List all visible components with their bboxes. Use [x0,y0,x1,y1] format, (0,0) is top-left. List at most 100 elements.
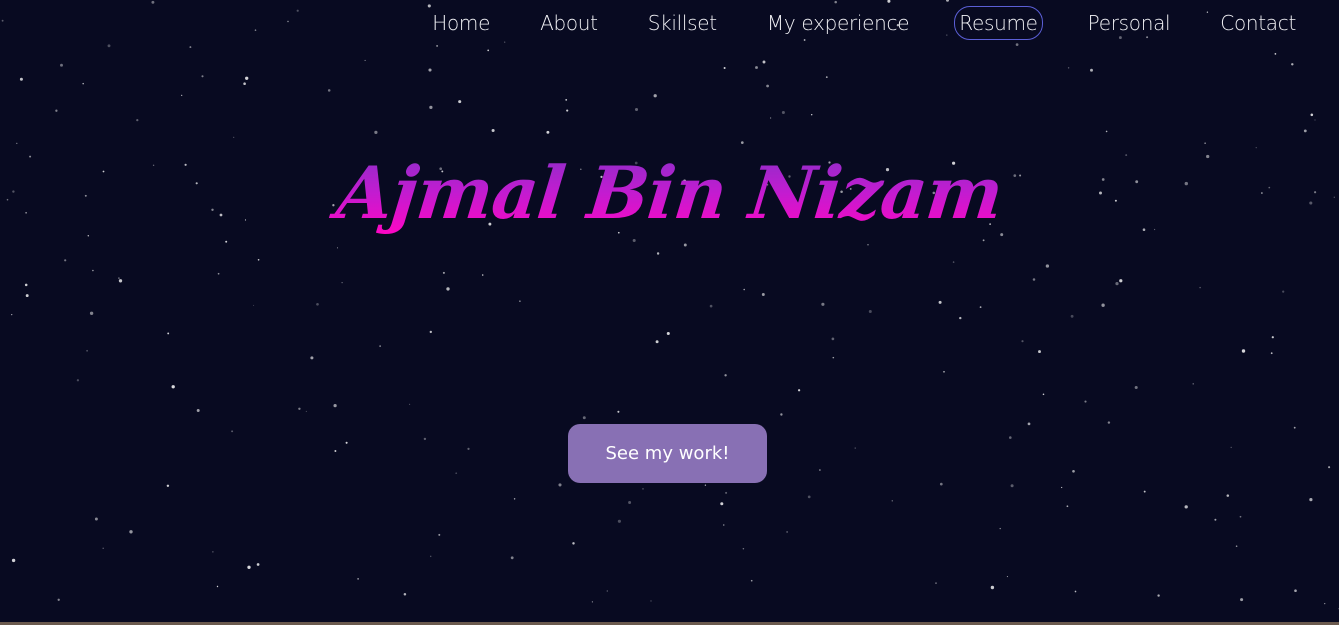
star [655,340,659,344]
see-my-work-button[interactable]: See my work! [568,424,767,483]
star [118,279,123,283]
star [513,498,516,500]
star [952,261,955,263]
star [24,283,28,287]
star [504,41,506,43]
star [797,389,801,392]
star [310,356,314,360]
star [750,579,753,582]
star [1255,147,1257,149]
star [181,94,183,96]
star [216,585,219,588]
star [436,44,439,47]
star [341,281,343,284]
star [666,331,670,336]
star [487,49,490,52]
star [740,141,744,144]
star [656,252,660,255]
star [76,379,80,382]
star [189,46,192,49]
star [1015,43,1019,46]
star [982,239,985,242]
star [1291,63,1294,66]
star [1042,393,1045,396]
star [467,447,470,451]
star [959,316,962,320]
nav-about[interactable]: About [535,6,603,40]
star [854,447,856,449]
star [990,585,995,590]
nav-contact[interactable]: Contact [1215,6,1301,40]
star [546,130,550,134]
star [725,491,728,494]
star [868,310,872,313]
nav-home[interactable]: Home [427,6,495,40]
star [642,488,644,490]
star [723,67,726,69]
star [1070,314,1074,318]
star [217,272,220,275]
nav-resume[interactable]: Resume [954,6,1043,40]
star [364,59,366,61]
star [572,542,575,545]
star [296,9,299,12]
star [11,558,16,563]
star [1235,545,1238,547]
star [423,437,427,441]
star [1199,286,1201,289]
star [409,403,411,405]
star [442,271,445,274]
star [1090,68,1093,72]
star [769,117,772,119]
star [446,287,450,291]
star [724,374,727,377]
nav-personal[interactable]: Personal [1083,6,1176,40]
star [107,44,111,48]
star [64,259,67,262]
star [1119,279,1123,283]
star [316,302,319,306]
star [374,130,378,135]
star [129,530,133,534]
star [807,495,811,499]
star [821,302,825,306]
star [1282,290,1285,293]
star [1157,594,1160,597]
star [1066,505,1069,508]
star [86,349,88,352]
star [82,82,84,85]
star [245,76,249,80]
nav-skillset[interactable]: Skillset [643,6,722,40]
star [60,63,63,67]
star [1045,264,1050,268]
star [1067,67,1070,69]
star [1143,490,1146,493]
star [1274,53,1277,55]
star [558,483,562,487]
star [766,84,769,88]
star [256,563,260,566]
star [617,410,620,413]
star [810,113,813,116]
star [333,403,337,408]
star [867,244,869,246]
star [1105,130,1108,133]
star [1061,486,1063,489]
star [1314,119,1316,121]
nav-my-experience[interactable]: My experience [762,6,914,40]
star [1038,350,1041,354]
star [819,469,821,471]
star [617,519,621,523]
star [1239,515,1242,518]
star [334,450,337,452]
star [653,94,657,98]
starfield-background [1,0,1339,610]
star [94,517,98,521]
star [1072,469,1075,473]
star [428,68,432,72]
star [25,294,29,298]
star [429,105,433,110]
star [345,441,348,444]
star [253,304,255,306]
star [1230,446,1232,449]
